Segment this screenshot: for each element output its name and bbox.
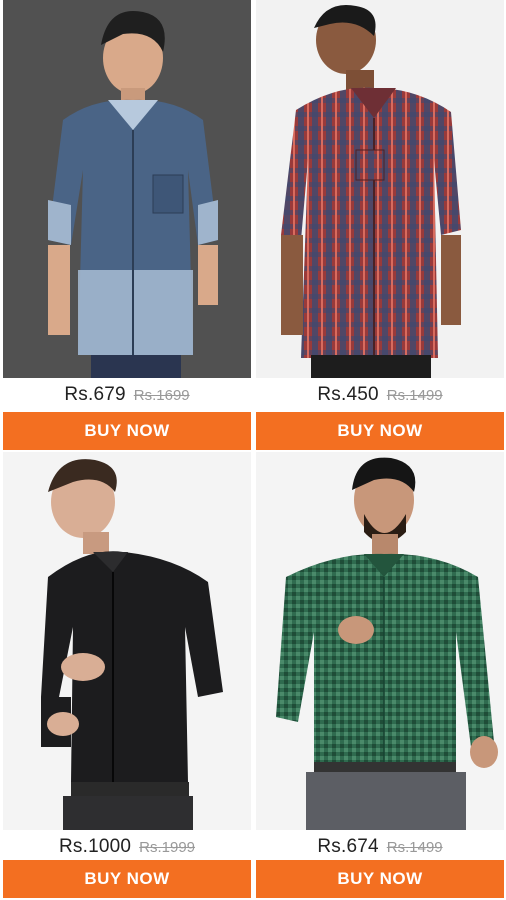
buy-now-button-4[interactable]: BUY NOW xyxy=(256,860,504,898)
sale-price: Rs.450 xyxy=(317,384,379,405)
black-shirt-image xyxy=(3,452,251,830)
original-price: Rs.1499 xyxy=(386,838,443,856)
original-price: Rs.1999 xyxy=(139,838,196,856)
check-shirt-image xyxy=(256,0,504,378)
buy-now-button-2[interactable]: BUY NOW xyxy=(256,412,504,450)
product-photo-1[interactable] xyxy=(3,0,251,378)
sale-price: Rs.674 xyxy=(317,836,379,857)
product-photo-2[interactable] xyxy=(256,0,504,378)
green-check-shirt-image xyxy=(256,452,504,830)
original-price: Rs.1699 xyxy=(133,386,190,404)
price-row-2: Rs.450 Rs.1499 xyxy=(256,380,504,410)
original-price: Rs.1499 xyxy=(386,386,443,404)
price-row-4: Rs.674 Rs.1499 xyxy=(256,832,504,862)
price-row-3: Rs.1000 Rs.1999 xyxy=(3,832,251,862)
denim-shirt-image xyxy=(3,0,251,378)
sale-price: Rs.1000 xyxy=(58,836,132,857)
sale-price: Rs.679 xyxy=(64,384,126,405)
price-row-1: Rs.679 Rs.1699 xyxy=(3,380,251,410)
buy-now-button-3[interactable]: BUY NOW xyxy=(3,860,251,898)
product-photo-3[interactable] xyxy=(3,452,251,830)
product-photo-4[interactable] xyxy=(256,452,504,830)
buy-now-button-1[interactable]: BUY NOW xyxy=(3,412,251,450)
